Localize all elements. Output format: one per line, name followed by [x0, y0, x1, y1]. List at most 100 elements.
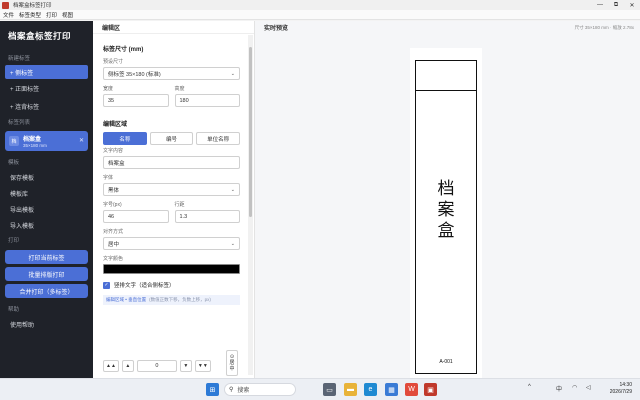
help-button[interactable]: 使用帮助	[0, 316, 93, 332]
label-icon: 档	[9, 136, 19, 146]
move-down-button[interactable]: ▼	[179, 360, 192, 372]
text-color-picker[interactable]	[103, 264, 240, 274]
preset-value: 侧标签 35×180 (标准)	[108, 71, 161, 78]
window-controls: — ⧉ ✕	[592, 0, 640, 10]
line-height-input[interactable]: 1.3	[174, 210, 240, 223]
window-titlebar: 档案盒标签打印 — ⧉ ✕	[0, 0, 640, 10]
chevron-down-icon: ⌄	[230, 187, 235, 193]
export-template-button[interactable]: 导出模板	[0, 201, 93, 217]
text-color-label: 文字颜色	[103, 256, 124, 262]
move-up-button[interactable]: ▲	[121, 360, 134, 372]
editor-scrollbar[interactable]	[248, 35, 253, 375]
merge-print-button[interactable]: 合并打印（多标签）	[5, 284, 88, 298]
taskbar-clock[interactable]: 14:30 2026/7/29	[610, 382, 632, 396]
close-icon[interactable]: ✕	[79, 137, 84, 144]
chevron-down-icon: ⌄	[230, 241, 235, 247]
preview-size-info: 尺寸 35×180 mm · 缩放 2.78x	[574, 24, 634, 30]
tray-chevron-icon[interactable]: ^	[528, 384, 531, 390]
vertical-text-option[interactable]: ✓ 竖排文字（适合侧标签）	[103, 281, 240, 289]
preset-select[interactable]: 侧标签 35×180 (标准) ⌄	[103, 67, 240, 80]
task-view-icon[interactable]: ▭	[323, 383, 336, 396]
height-input[interactable]: 180	[174, 94, 240, 107]
font-size-label: 字号(px)	[103, 202, 122, 208]
label-preview-text: 档案盒	[416, 179, 476, 242]
taskbar-search[interactable]: ⚲ 搜索	[224, 383, 296, 396]
label-item-size: 35×180 mm	[23, 143, 47, 148]
store-icon[interactable]: ▦	[385, 383, 398, 396]
align-value: 居中	[108, 241, 120, 248]
font-select[interactable]: 黑体 ⌄	[103, 183, 240, 196]
section-print: 打印	[8, 238, 20, 244]
wifi-icon[interactable]: ◠	[572, 384, 577, 391]
label-top-section	[416, 61, 476, 91]
vertical-position-title: 编辑区域 • 垂直位置	[106, 297, 147, 302]
menu-view[interactable]: 视图	[62, 11, 73, 19]
label-preview-code: A-001	[439, 359, 453, 365]
batch-print-button[interactable]: 批量排版打印	[5, 267, 88, 281]
start-icon[interactable]: ⊞	[206, 383, 219, 396]
vertical-text-label: 竖排文字（适合侧标签）	[114, 283, 175, 289]
vertical-position-info: 编辑区域 • 垂直位置 (数值正数下移，负数上移，px)	[103, 295, 240, 305]
tab-unit-name[interactable]: 单位名称	[196, 132, 241, 145]
save-template-button[interactable]: 保存模板	[0, 169, 93, 185]
move-up-fast-button[interactable]: ▲▲	[103, 360, 119, 372]
line-height-label: 行距	[174, 202, 185, 208]
align-label: 对齐方式	[103, 229, 124, 235]
new-side-label-button[interactable]: + 侧标签	[5, 65, 88, 79]
clock-time: 14:30	[619, 382, 632, 388]
section-template: 模板	[8, 160, 20, 166]
label-item-name: 档案盒	[23, 137, 42, 143]
menu-print[interactable]: 打印	[46, 11, 57, 19]
label-preview: 档案盒 A-001	[415, 60, 477, 374]
move-down-fast-button[interactable]: ▼▼	[194, 360, 211, 372]
preview-title: 实时预览	[264, 26, 289, 32]
vertical-text-checkbox[interactable]: ✓	[103, 281, 110, 289]
file-explorer-icon[interactable]: ▬	[344, 383, 357, 396]
wps-office-icon[interactable]: W	[405, 383, 418, 396]
font-value: 黑体	[108, 187, 120, 194]
editor-header: 编辑区	[93, 21, 254, 34]
label-app-icon[interactable]: ▣	[424, 383, 437, 396]
area-section-title: 编辑区域	[103, 122, 128, 128]
preview-header: 实时预览 尺寸 35×180 mm · 缩放 2.78x	[255, 21, 640, 34]
minimize-button[interactable]: —	[592, 0, 608, 10]
width-label: 宽度	[103, 86, 114, 92]
scrollbar-thumb[interactable]	[249, 47, 252, 217]
center-label-2: 中	[229, 366, 235, 372]
clock-date: 2026/7/29	[609, 389, 632, 395]
maximize-button[interactable]: ⧉	[608, 0, 624, 10]
taskbar: ⊞ ⚲ 搜索 ▭ ▬ e ▦ W ▣ ^ 中 ◠ ◁ 14:30 2026/7/…	[0, 378, 640, 400]
center-button[interactable]: ⊙ 居 中	[226, 350, 238, 376]
vertical-position-controls: ▲▲ ▲ 0 ▼ ▼▼	[103, 360, 211, 372]
label-list-item[interactable]: 档 档案盒 35×180 mm ✕	[5, 131, 88, 151]
print-current-button[interactable]: 打印当前标签	[5, 250, 88, 264]
size-section-title: 标签尺寸 (mm)	[103, 47, 144, 53]
volume-icon[interactable]: ◁	[586, 384, 591, 391]
new-back-label-button[interactable]: + 连背标签	[0, 97, 93, 115]
template-library-button[interactable]: 模板库	[0, 185, 93, 201]
height-label: 高度	[174, 86, 185, 92]
close-button[interactable]: ✕	[624, 0, 640, 10]
width-input[interactable]: 35	[103, 94, 169, 107]
text-content-label: 文字内容	[103, 148, 124, 154]
search-placeholder: 搜索	[237, 388, 250, 394]
import-template-button[interactable]: 导入模板	[0, 217, 93, 233]
edge-browser-icon[interactable]: e	[364, 383, 377, 396]
menu-label-type[interactable]: 标签类型	[19, 11, 41, 19]
app-icon	[2, 1, 9, 9]
input-method-icon[interactable]: 中	[556, 384, 562, 393]
sidebar: 档案盒标签打印 新建标签 + 侧标签 + 正面标签 + 连背标签 标签列表 档 …	[0, 21, 93, 378]
text-content-input[interactable]: 档案盒	[103, 156, 240, 169]
menu-file[interactable]: 文件	[3, 11, 14, 19]
vertical-offset-input[interactable]: 0	[136, 360, 177, 372]
font-size-input[interactable]: 46	[103, 210, 169, 223]
tab-number[interactable]: 编号	[149, 132, 194, 145]
section-new-label: 新建标签	[8, 56, 31, 62]
sidebar-brand: 档案盒标签打印	[8, 31, 72, 41]
preset-label: 预设尺寸	[103, 59, 124, 65]
section-label-list: 标签列表	[8, 120, 31, 126]
label-preview-char: 案	[437, 200, 455, 220]
tab-name[interactable]: 名称	[103, 132, 147, 145]
align-select[interactable]: 居中 ⌄	[103, 237, 240, 250]
new-front-label-button[interactable]: + 正面标签	[0, 79, 93, 97]
